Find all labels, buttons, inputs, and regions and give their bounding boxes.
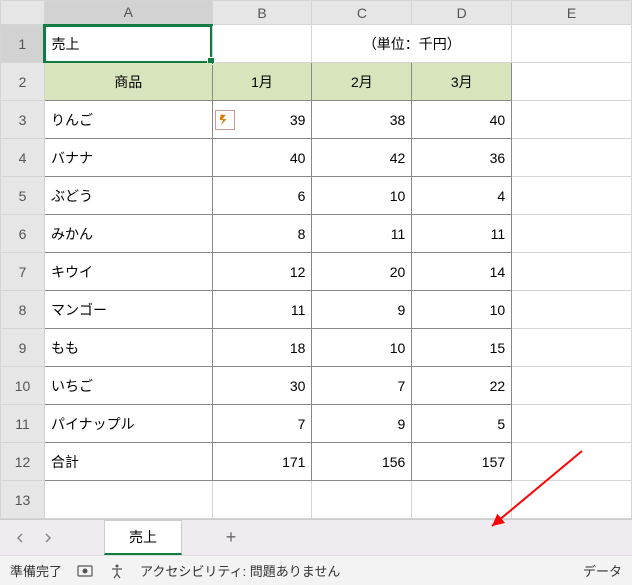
cell-product-6[interactable]: もも bbox=[44, 329, 212, 367]
select-all-corner[interactable] bbox=[1, 1, 45, 25]
cell-E13[interactable] bbox=[512, 481, 632, 519]
row-header-1[interactable]: 1 bbox=[1, 25, 45, 63]
cell-E1[interactable] bbox=[512, 25, 632, 63]
cell-E2[interactable] bbox=[512, 63, 632, 101]
row-header-6[interactable]: 6 bbox=[1, 215, 45, 253]
cell-product-8[interactable]: パイナップル bbox=[44, 405, 212, 443]
row-header-11[interactable]: 11 bbox=[1, 405, 45, 443]
cell-E7[interactable] bbox=[512, 253, 632, 291]
cell-total-m2[interactable]: 156 bbox=[312, 443, 412, 481]
cell-E3[interactable] bbox=[512, 101, 632, 139]
cell-A13[interactable] bbox=[44, 481, 212, 519]
cell-m2-3[interactable]: 11 bbox=[312, 215, 412, 253]
col-header-C[interactable]: C bbox=[312, 1, 412, 25]
status-ready: 準備完了 bbox=[10, 561, 62, 580]
row-header-3[interactable]: 3 bbox=[1, 101, 45, 139]
header-product[interactable]: 商品 bbox=[44, 63, 212, 101]
cell-m1-7[interactable]: 30 bbox=[212, 367, 312, 405]
row-header-10[interactable]: 10 bbox=[1, 367, 45, 405]
row-header-7[interactable]: 7 bbox=[1, 253, 45, 291]
row-header-12[interactable]: 12 bbox=[1, 443, 45, 481]
row-header-5[interactable]: 5 bbox=[1, 177, 45, 215]
cell-E9[interactable] bbox=[512, 329, 632, 367]
status-data: データ bbox=[583, 561, 622, 580]
cell-product-1[interactable]: バナナ bbox=[44, 139, 212, 177]
cell-m2-4[interactable]: 20 bbox=[312, 253, 412, 291]
sheet-tab-active[interactable]: 売上 bbox=[104, 520, 182, 555]
sheet-tab-bar: 売上 + bbox=[0, 519, 632, 555]
cell-C13[interactable] bbox=[312, 481, 412, 519]
cell-E8[interactable] bbox=[512, 291, 632, 329]
cell-B1[interactable] bbox=[212, 25, 312, 63]
prev-sheet-button[interactable] bbox=[8, 526, 32, 550]
cell-A1[interactable]: 売上 bbox=[44, 25, 212, 63]
cell-m1-2[interactable]: 6 bbox=[212, 177, 312, 215]
cell-m2-2[interactable]: 10 bbox=[312, 177, 412, 215]
header-m2[interactable]: 2月 bbox=[312, 63, 412, 101]
cell-m3-0[interactable]: 40 bbox=[412, 101, 512, 139]
cell-m3-8[interactable]: 5 bbox=[412, 405, 512, 443]
quick-analysis-icon[interactable] bbox=[215, 110, 235, 130]
cell-unit[interactable]: （単位：千円） bbox=[312, 25, 512, 63]
cell-E4[interactable] bbox=[512, 139, 632, 177]
cell-m2-6[interactable]: 10 bbox=[312, 329, 412, 367]
cell-m1-5[interactable]: 11 bbox=[212, 291, 312, 329]
row-header-8[interactable]: 8 bbox=[1, 291, 45, 329]
value-m1-0: 39 bbox=[290, 112, 306, 128]
cell-total-m3[interactable]: 157 bbox=[412, 443, 512, 481]
cell-product-0[interactable]: りんご bbox=[44, 101, 212, 139]
cell-m2-1[interactable]: 42 bbox=[312, 139, 412, 177]
cell-D13[interactable] bbox=[412, 481, 512, 519]
cell-m1-4[interactable]: 12 bbox=[212, 253, 312, 291]
cell-E6[interactable] bbox=[512, 215, 632, 253]
cell-product-2[interactable]: ぶどう bbox=[44, 177, 212, 215]
header-m3[interactable]: 3月 bbox=[412, 63, 512, 101]
cell-E5[interactable] bbox=[512, 177, 632, 215]
cell-m2-7[interactable]: 7 bbox=[312, 367, 412, 405]
cell-E10[interactable] bbox=[512, 367, 632, 405]
cell-product-7[interactable]: いちご bbox=[44, 367, 212, 405]
add-sheet-button[interactable]: + bbox=[216, 523, 246, 553]
macro-record-icon[interactable] bbox=[76, 562, 94, 580]
cell-m1-3[interactable]: 8 bbox=[212, 215, 312, 253]
cell-product-5[interactable]: マンゴー bbox=[44, 291, 212, 329]
accessibility-icon[interactable] bbox=[108, 562, 126, 580]
cell-m2-5[interactable]: 9 bbox=[312, 291, 412, 329]
cell-m3-4[interactable]: 14 bbox=[412, 253, 512, 291]
row-header-13[interactable]: 13 bbox=[1, 481, 45, 519]
cell-product-4[interactable]: キウイ bbox=[44, 253, 212, 291]
cell-m3-2[interactable]: 4 bbox=[412, 177, 512, 215]
cell-m2-0[interactable]: 38 bbox=[312, 101, 412, 139]
cell-total-label[interactable]: 合計 bbox=[44, 443, 212, 481]
cell-m3-1[interactable]: 36 bbox=[412, 139, 512, 177]
cell-m3-7[interactable]: 22 bbox=[412, 367, 512, 405]
cell-m2-8[interactable]: 9 bbox=[312, 405, 412, 443]
col-header-D[interactable]: D bbox=[412, 1, 512, 25]
cell-E12[interactable] bbox=[512, 443, 632, 481]
cell-E11[interactable] bbox=[512, 405, 632, 443]
cell-total-m1[interactable]: 171 bbox=[212, 443, 312, 481]
col-header-B[interactable]: B bbox=[212, 1, 312, 25]
row-header-9[interactable]: 9 bbox=[1, 329, 45, 367]
cell-m3-3[interactable]: 11 bbox=[412, 215, 512, 253]
header-m1[interactable]: 1月 bbox=[212, 63, 312, 101]
spreadsheet-grid[interactable]: A B C D E 1 売上 （単位：千円） 2 商品 1月 2月 3月 3 り… bbox=[0, 0, 632, 519]
status-accessibility: アクセシビリティ: 問題ありません bbox=[140, 561, 340, 580]
row-header-4[interactable]: 4 bbox=[1, 139, 45, 177]
cell-m3-6[interactable]: 15 bbox=[412, 329, 512, 367]
cell-m3-5[interactable]: 10 bbox=[412, 291, 512, 329]
cell-B13[interactable] bbox=[212, 481, 312, 519]
cell-m1-8[interactable]: 7 bbox=[212, 405, 312, 443]
cell-product-3[interactable]: みかん bbox=[44, 215, 212, 253]
cell-m1-1[interactable]: 40 bbox=[212, 139, 312, 177]
row-header-2[interactable]: 2 bbox=[1, 63, 45, 101]
col-header-A[interactable]: A bbox=[44, 1, 212, 25]
cell-m1-0[interactable]: 39 bbox=[212, 101, 312, 139]
next-sheet-button[interactable] bbox=[36, 526, 60, 550]
col-header-E[interactable]: E bbox=[512, 1, 632, 25]
cell-m1-6[interactable]: 18 bbox=[212, 329, 312, 367]
